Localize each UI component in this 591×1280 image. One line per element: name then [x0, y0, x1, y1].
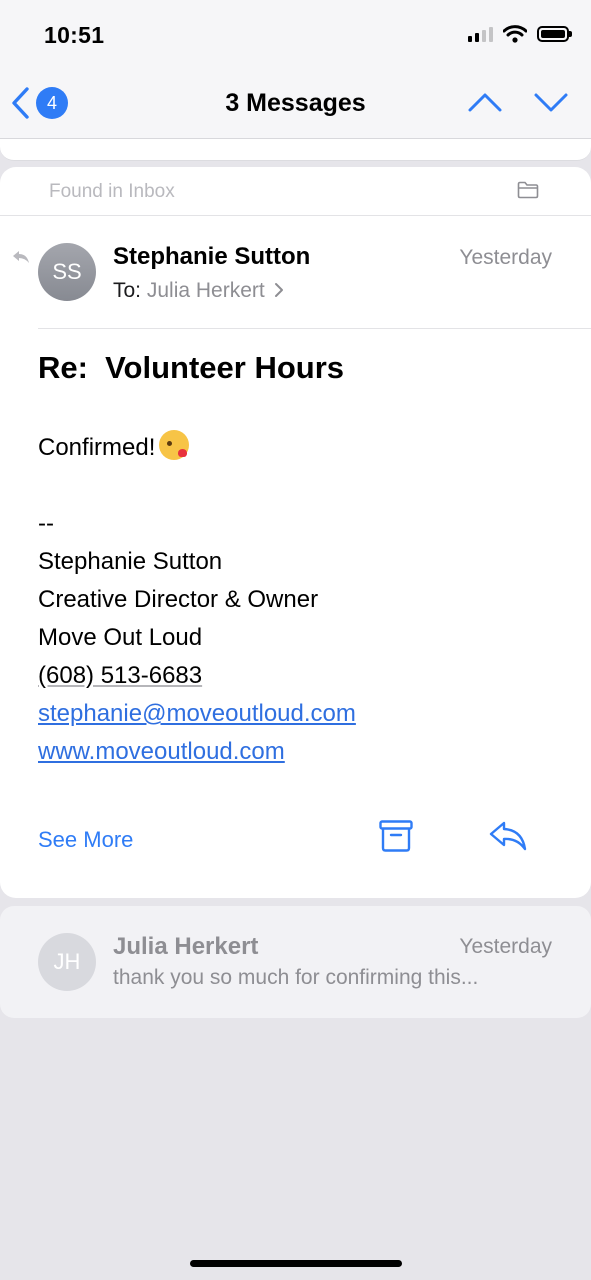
- reply-indicator-icon: [13, 251, 29, 263]
- signature-title: Creative Director & Owner: [38, 586, 319, 613]
- body-line: Confirmed!: [38, 429, 356, 467]
- body-text: Confirmed!: [38, 434, 156, 461]
- signature-website-line: www.moveoutloud.com: [38, 733, 356, 771]
- battery-icon: [537, 26, 572, 42]
- divider: [38, 328, 591, 329]
- signature-email-line: stephanie@moveoutloud.com: [38, 695, 356, 733]
- cellular-signal-icon: [468, 26, 493, 42]
- phone-link[interactable]: (608) 513-6683: [38, 662, 202, 689]
- signature-dashes: --: [38, 510, 54, 537]
- signature-company: Move Out Loud: [38, 624, 203, 651]
- mail-thread-screen: 10:51 4 3 Messages Found in Inbox SS Ste…: [0, 0, 591, 1280]
- recipient-name[interactable]: Julia Herkert: [147, 279, 265, 302]
- see-more-button[interactable]: See More: [38, 827, 133, 853]
- kissing-face-emoji-icon: [159, 430, 190, 460]
- collapsed-message-card[interactable]: JH Julia Herkert Yesterday thank you so …: [0, 906, 591, 1018]
- previous-message-peek[interactable]: [0, 139, 591, 161]
- message-card: Found in Inbox SS Stephanie Sutton Yeste…: [0, 167, 591, 898]
- message-date: Yesterday: [459, 246, 552, 269]
- email-link[interactable]: stephanie@moveoutloud.com: [38, 700, 356, 727]
- website-link[interactable]: www.moveoutloud.com: [38, 738, 285, 765]
- chevron-down-icon[interactable]: [533, 90, 569, 114]
- message-navigation: [467, 90, 569, 114]
- avatar: SS: [38, 243, 96, 301]
- sender-name: Julia Herkert: [113, 933, 259, 960]
- status-time: 10:51: [44, 22, 105, 48]
- status-icons: [468, 25, 572, 43]
- archive-icon[interactable]: [378, 819, 414, 853]
- chevron-up-icon[interactable]: [467, 90, 503, 114]
- signature-phone-line: (608) 513-6683: [38, 657, 356, 695]
- avatar: JH: [38, 933, 96, 991]
- message-preview: thank you so much for confirming this...: [113, 966, 479, 989]
- recipients-line[interactable]: To: Julia Herkert: [113, 279, 284, 303]
- divider: [0, 215, 591, 216]
- folder-icon[interactable]: [517, 181, 539, 199]
- header: 10:51 4 3 Messages: [0, 0, 591, 139]
- chevron-right-icon: [274, 283, 283, 297]
- wifi-icon: [503, 25, 527, 43]
- sender-name[interactable]: Stephanie Sutton: [113, 243, 310, 271]
- message-body: Confirmed! -- Stephanie Sutton Creative …: [38, 429, 356, 771]
- home-indicator[interactable]: [190, 1260, 402, 1267]
- message-date: Yesterday: [459, 935, 552, 958]
- found-in-label: Found in Inbox: [49, 181, 175, 202]
- to-label: To:: [113, 279, 142, 302]
- reply-icon[interactable]: [488, 819, 528, 853]
- signature-name: Stephanie Sutton: [38, 548, 223, 575]
- message-subject: Re: Volunteer Hours: [38, 350, 345, 385]
